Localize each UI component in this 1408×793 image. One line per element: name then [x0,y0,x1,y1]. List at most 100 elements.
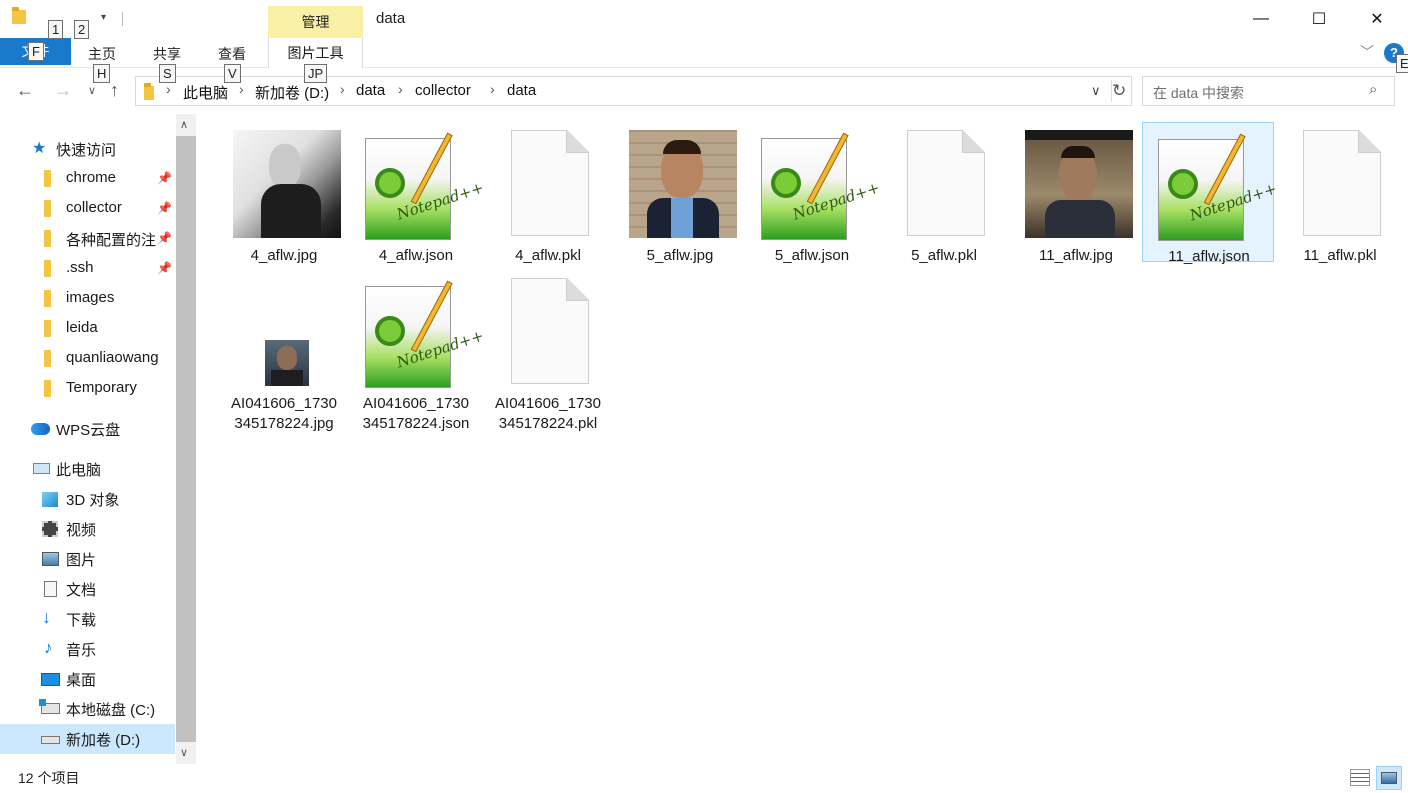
music-note-icon: ♪ [44,638,53,657]
qat-dropdown-icon[interactable]: ▾ [101,12,106,23]
hair-shape [663,140,701,154]
breadcrumb-data[interactable]: data [356,82,385,99]
file-item[interactable]: Notepad++ 11_aflw.json [1142,122,1279,265]
up-arrow-icon[interactable]: ↑ [110,80,119,101]
folder-icon [44,170,51,187]
address-dropdown-icon[interactable]: ∨ [1091,83,1101,99]
sidebar-item-label: 各种配置的注 [66,232,157,249]
file-item[interactable]: 4_aflw.jpg [218,122,350,264]
notepad-plus-plus-icon: Notepad++ [1158,131,1279,241]
window-title: data [376,10,406,27]
scrollbar-thumb[interactable] [176,136,196,742]
search-placeholder: 在 data 中搜索 [1153,85,1245,101]
breadcrumb-collector[interactable]: collector [415,82,471,99]
tab-home[interactable]: 主页 [88,44,116,64]
file-item[interactable]: 5_aflw.pkl [878,122,1010,264]
folder-icon [44,320,51,337]
sidebar-item-3d-objects[interactable]: 3D 对象 [0,484,175,514]
breadcrumb-separator-icon[interactable]: › [340,81,345,97]
cloud-icon [31,423,50,435]
sidebar-item-desktop[interactable]: 桌面 [0,664,175,694]
recent-locations-icon[interactable]: ∨ [88,84,96,97]
sidebar-scrollbar[interactable]: ∧ ∨ [176,114,196,764]
tab-view[interactable]: 查看 [218,44,246,64]
pin-icon: 📌 [157,171,172,185]
search-input[interactable]: 在 data 中搜索 ⌕ [1142,76,1395,106]
sidebar-item-music[interactable]: ♪ 音乐 [0,634,175,664]
close-button[interactable]: ✕ [1348,0,1406,38]
scroll-down-icon[interactable]: ∨ [180,746,188,759]
sidebar-item-drive-d[interactable]: 新加卷 (D:) [0,724,175,754]
sidebar-item-downloads[interactable]: ↓ 下载 [0,604,175,634]
file-thumbnail [1289,130,1397,240]
star-icon: ★ [32,140,47,157]
file-name: 5_aflw.jpg [646,247,714,264]
address-bar[interactable]: › 此电脑 › 新加卷 (D:) › data › collector › da… [135,76,1132,106]
refresh-icon[interactable]: ↻ [1112,81,1126,101]
sidebar-item-videos[interactable]: 视频 [0,514,175,544]
file-thumbnail [497,278,605,388]
expand-ribbon-icon[interactable]: ﹀ [1360,42,1374,62]
sidebar-item-pictures[interactable]: 图片 [0,544,175,574]
sidebar-item-images[interactable]: images [0,284,175,314]
folder-icon [12,7,26,24]
sidebar-item-label: quanliaowang [66,349,159,366]
file-thumbnail [233,278,341,388]
file-name: AI041606_1730 345178224.pkl [495,395,601,432]
sidebar-item-this-pc[interactable]: 此电脑 [0,454,175,484]
sidebar-item-label: chrome [66,169,117,186]
sidebar-item-leida[interactable]: leida [0,314,175,344]
breadcrumb-separator-icon[interactable]: › [490,81,495,97]
sidebar-item-quanliaowang[interactable]: quanliaowang [0,344,175,374]
tab-manage[interactable]: 管理 [268,6,363,38]
file-item[interactable]: AI041606_1730 345178224.pkl [482,270,614,438]
notepad-plus-plus-icon: Notepad++ [365,130,486,240]
file-item[interactable]: AI041606_1730 345178224.jpg [218,270,350,438]
file-item[interactable]: 11_aflw.pkl [1274,122,1406,264]
title-bar: 1 2 ▾ 管理 data — ☐ ✕ [0,0,1408,39]
sidebar-item-chrome[interactable]: chrome 📌 [0,164,175,194]
keytip-home: H [93,64,111,83]
face-shape [277,346,297,370]
keytip-picture-tools: JP [304,64,328,83]
breadcrumb-data-current[interactable]: data [507,82,536,99]
tab-share[interactable]: 共享 [153,44,181,64]
breadcrumb-separator-icon[interactable]: › [239,81,244,97]
scroll-up-icon[interactable]: ∧ [180,118,188,131]
suit-shape [1045,200,1115,238]
breadcrumb-this-pc[interactable]: 此电脑 [183,82,228,103]
ribbon-tabs: 文件 F 主页 H 共享 S 查看 V 图片工具 JP ﹀ ? E [0,38,1408,83]
qat-divider [122,12,123,26]
sidebar-item-label: .ssh [66,259,94,276]
forward-arrow-icon[interactable]: → [54,80,72,101]
sidebar-item-configs[interactable]: 各种配置的注 📌 [0,224,175,254]
navigation-bar: ← → ∨ ↑ › 此电脑 › 新加卷 (D:) › data › collec… [0,72,1408,110]
folder-icon [44,380,51,397]
large-icons-view-button[interactable] [1376,766,1402,790]
breadcrumb-separator-icon[interactable]: › [166,81,171,97]
file-item[interactable]: 5_aflw.jpg [614,122,746,264]
sidebar-item-temporary[interactable]: Temporary [0,374,175,404]
sidebar-item-label: 视频 [66,522,97,539]
sidebar-item-collector[interactable]: collector 📌 [0,194,175,224]
file-item[interactable]: Notepad++ AI041606_1730 345178224.json [350,270,486,438]
notepad-file-icon: Notepad++ [1158,131,1279,241]
sidebar-item-documents[interactable]: 文档 [0,574,175,604]
maximize-button[interactable]: ☐ [1290,0,1348,38]
search-icon[interactable]: ⌕ [1369,81,1377,98]
back-arrow-icon[interactable]: ← [16,80,34,101]
sidebar-item-ssh[interactable]: .ssh 📌 [0,254,175,284]
breadcrumb-drive-d[interactable]: 新加卷 (D:) [255,82,329,103]
file-item[interactable]: Notepad++ 5_aflw.json [746,122,882,264]
minimize-button[interactable]: — [1232,0,1290,38]
file-item[interactable]: 4_aflw.pkl [482,122,614,264]
breadcrumb-separator-icon[interactable]: › [398,81,403,97]
sidebar-item-quick-access[interactable]: ★ 快速访问 [0,134,175,164]
sidebar-item-drive-c[interactable]: 本地磁盘 (C:) [0,694,175,724]
details-view-icon[interactable] [1350,769,1370,786]
notepad-file-icon: Notepad++ [761,130,882,240]
file-item[interactable]: 11_aflw.jpg [1010,122,1142,264]
file-item[interactable]: Notepad++ 4_aflw.json [350,122,486,264]
sidebar-item-wps-cloud[interactable]: WPS云盘 [0,414,175,444]
suit-shape [261,184,321,238]
